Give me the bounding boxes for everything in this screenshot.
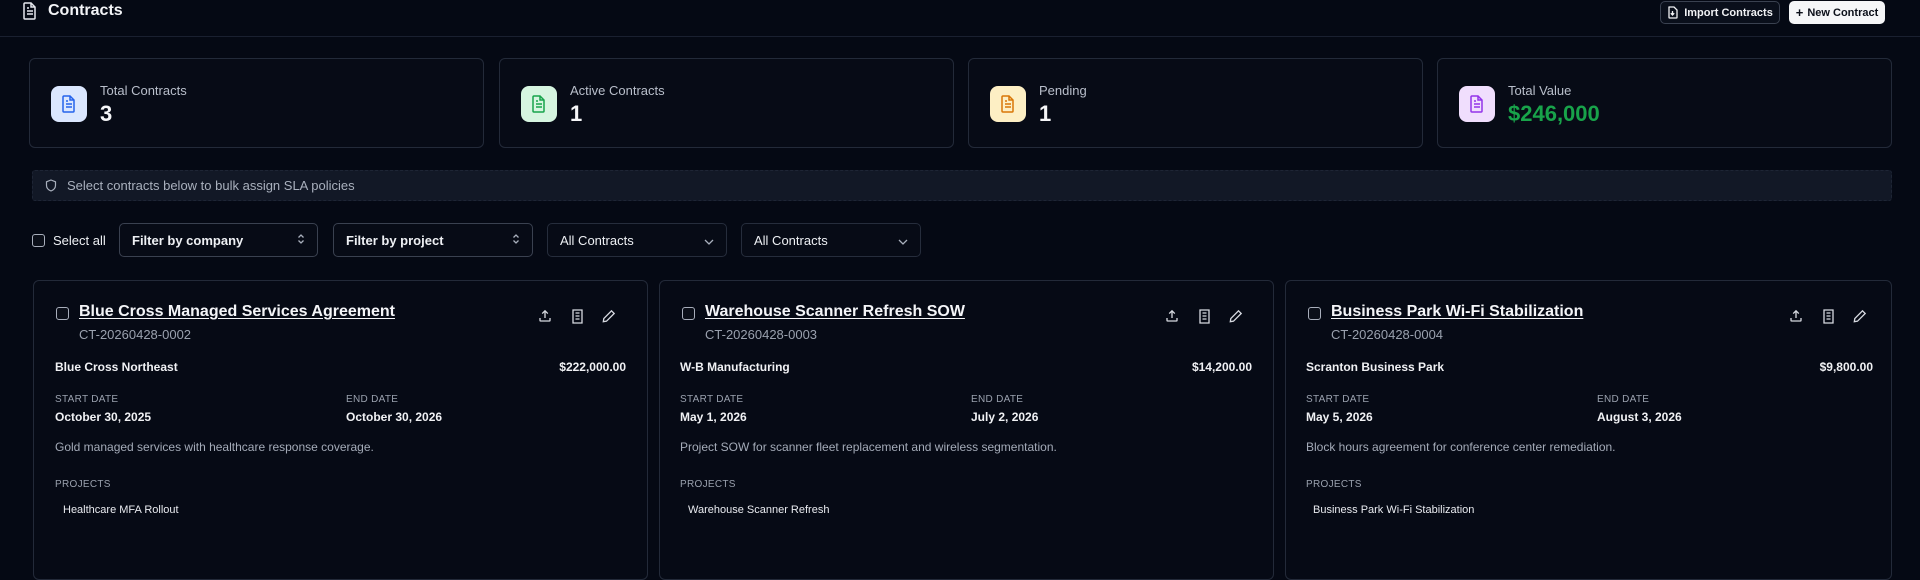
- stat-card-pending: Pending 1: [968, 58, 1423, 148]
- stat-card-value: Total Value $246,000: [1437, 58, 1892, 148]
- chevron-down-icon: [898, 233, 908, 248]
- contract-checkbox[interactable]: [682, 307, 695, 320]
- contract-id: CT-20260428-0002: [79, 327, 192, 342]
- document-icon: [22, 2, 38, 20]
- select-all-checkbox[interactable]: Select all: [32, 233, 106, 248]
- end-date-label: END DATE: [1597, 394, 1650, 405]
- end-date-value: July 2, 2026: [971, 410, 1039, 424]
- contract-description: Project SOW for scanner fleet replacemen…: [680, 440, 1057, 454]
- bulk-assign-hint: Select contracts below to bulk assign SL…: [32, 170, 1892, 201]
- upload-icon[interactable]: [536, 307, 554, 325]
- card-actions: [1163, 307, 1245, 325]
- edit-icon[interactable]: [1227, 307, 1245, 325]
- contract-id: CT-20260428-0004: [1331, 327, 1444, 342]
- projects-label: PROJECTS: [1306, 479, 1362, 490]
- contract-amount: $14,200.00: [1191, 360, 1252, 374]
- checkbox[interactable]: [32, 234, 45, 247]
- document-icon: [51, 86, 87, 122]
- page-title: Contracts: [48, 2, 123, 19]
- stat-label: Active Contracts: [570, 83, 665, 98]
- contract-amount: $9,800.00: [1819, 360, 1873, 374]
- document-icon: [990, 86, 1026, 122]
- stat-label: Pending: [1039, 83, 1087, 98]
- contract-checkbox[interactable]: [56, 307, 69, 320]
- contract-id: CT-20260428-0003: [705, 327, 818, 342]
- file-import-icon: [1667, 6, 1678, 19]
- end-date-value: October 30, 2026: [346, 410, 443, 424]
- invoice-icon[interactable]: [1819, 307, 1837, 325]
- stat-label: Total Contracts: [100, 83, 187, 98]
- type-filter-dropdown[interactable]: All Contracts: [741, 223, 921, 257]
- contract-checkbox[interactable]: [1308, 307, 1321, 320]
- end-date-label: END DATE: [346, 394, 399, 405]
- start-date-label: START DATE: [1306, 394, 1370, 405]
- edit-icon[interactable]: [1851, 307, 1869, 325]
- contract-description: Gold managed services with healthcare re…: [55, 440, 374, 454]
- import-contracts-label: Import Contracts: [1684, 6, 1773, 19]
- stat-card-active: Active Contracts 1: [499, 58, 954, 148]
- chevron-down-icon: [704, 233, 714, 248]
- title-wrap: Contracts: [22, 2, 123, 20]
- contract-company: W-B Manufacturing: [680, 360, 790, 374]
- upload-icon[interactable]: [1163, 307, 1181, 325]
- contract-company: Blue Cross Northeast: [55, 360, 178, 374]
- projects-label: PROJECTS: [680, 479, 736, 490]
- import-contracts-button[interactable]: Import Contracts: [1660, 1, 1780, 24]
- end-date-value: August 3, 2026: [1597, 410, 1682, 424]
- shield-icon: [45, 179, 57, 192]
- start-date-label: START DATE: [680, 394, 744, 405]
- start-date-label: START DATE: [55, 394, 119, 405]
- contract-title-link[interactable]: Warehouse Scanner Refresh SOW: [705, 303, 965, 321]
- upload-icon[interactable]: [1787, 307, 1805, 325]
- invoice-icon[interactable]: [568, 307, 586, 325]
- chevron-updown-icon: [297, 233, 305, 248]
- contract-card[interactable]: Business Park Wi-Fi Stabilization CT-202…: [1285, 280, 1892, 580]
- page-header: Contracts Import Contracts + New Contrac…: [0, 0, 1920, 37]
- card-actions: [1787, 307, 1869, 325]
- chevron-updown-icon: [512, 233, 520, 248]
- hint-text: Select contracts below to bulk assign SL…: [67, 178, 355, 193]
- projects-label: PROJECTS: [55, 479, 111, 490]
- project-chip[interactable]: Healthcare MFA Rollout: [63, 504, 179, 516]
- edit-icon[interactable]: [600, 307, 618, 325]
- card-actions: [536, 307, 618, 325]
- contract-card[interactable]: Warehouse Scanner Refresh SOW CT-2026042…: [659, 280, 1274, 580]
- end-date-label: END DATE: [971, 394, 1024, 405]
- filter-company-select[interactable]: Filter by company: [119, 223, 318, 257]
- filter-project-label: Filter by project: [346, 232, 444, 248]
- contract-description: Block hours agreement for conference cen…: [1306, 440, 1616, 454]
- status-filter-dropdown[interactable]: All Contracts: [547, 223, 727, 257]
- filter-company-label: Filter by company: [132, 232, 244, 248]
- select-all-label: Select all: [53, 233, 106, 248]
- filter-project-select[interactable]: Filter by project: [333, 223, 533, 257]
- status-filter-label: All Contracts: [560, 232, 634, 248]
- type-filter-label: All Contracts: [754, 232, 828, 248]
- document-icon: [1459, 86, 1495, 122]
- contract-title-link[interactable]: Business Park Wi-Fi Stabilization: [1331, 303, 1583, 321]
- stat-card-total: Total Contracts 3: [29, 58, 484, 148]
- contract-card[interactable]: Blue Cross Managed Services Agreement CT…: [33, 280, 648, 580]
- project-chip[interactable]: Business Park Wi-Fi Stabilization: [1313, 504, 1474, 516]
- invoice-icon[interactable]: [1195, 307, 1213, 325]
- project-chip[interactable]: Warehouse Scanner Refresh: [688, 504, 829, 516]
- start-date-value: October 30, 2025: [55, 410, 152, 424]
- contract-company: Scranton Business Park: [1306, 360, 1445, 374]
- new-contract-label: New Contract: [1807, 6, 1879, 19]
- contract-title-link[interactable]: Blue Cross Managed Services Agreement: [79, 303, 395, 321]
- new-contract-button[interactable]: + New Contract: [1789, 1, 1885, 24]
- stat-value: 1: [570, 101, 583, 126]
- stat-label: Total Value: [1508, 83, 1572, 98]
- stat-value: $246,000: [1508, 101, 1600, 126]
- plus-icon: +: [1795, 5, 1804, 20]
- start-date-value: May 5, 2026: [1306, 410, 1373, 424]
- stat-value: 3: [100, 101, 113, 126]
- start-date-value: May 1, 2026: [680, 410, 747, 424]
- stat-value: 1: [1039, 101, 1052, 126]
- document-icon: [521, 86, 557, 122]
- contract-amount: $222,000.00: [559, 360, 626, 374]
